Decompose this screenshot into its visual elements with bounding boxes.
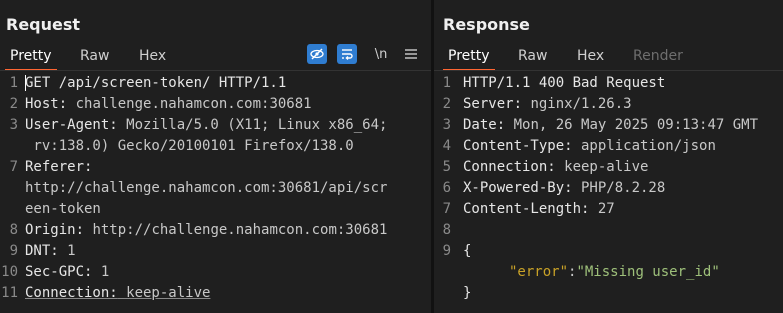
response-line: 8 [442,222,451,238]
response-tab-raw[interactable]: Raw [513,44,552,68]
request-title: Request [6,15,81,34]
request-line: 9 DNT: 1 [9,243,76,259]
response-title: Response [443,15,530,34]
request-tab-raw[interactable]: Raw [75,44,114,68]
request-pane: Request Pretty Raw Hex \n 1 GET /api/scre… [0,0,431,313]
request-tabs: Pretty Raw Hex [0,44,431,71]
wrap-lines-icon[interactable] [337,44,357,64]
request-line-wrap: http://challenge.nahamcon.com:30681/api/… [25,180,388,196]
request-line: 11 Connection: keep-alive [1,285,211,301]
response-editor[interactable]: 1 HTTP/1.1 400 Bad Request 2 Server: nginx… [434,72,783,313]
request-line: 7 Referer: [9,159,93,175]
request-line: 2 Host: challenge.nahamcon.com:30681 [9,96,312,112]
response-tab-render: Render [633,48,683,64]
request-line-wrap: rv:138.0) Gecko/20100101 Firefox/138.0 [25,138,354,154]
response-tab-pretty[interactable]: Pretty [443,44,495,71]
response-line: 4 Content-Type: application/json [442,138,716,154]
request-editor[interactable]: 1 GET /api/screen-token/ HTTP/1.1 2 Host: … [0,72,431,313]
response-line: 6 X-Powered-By: PHP/8.2.28 [442,180,666,196]
response-tabs-divider [434,70,783,71]
response-pane: Response Pretty Raw Hex Render 1 HTTP/1.1… [434,0,783,313]
response-line: 9{ [442,243,472,259]
response-line: 7 Content-Length: 27 [442,201,615,217]
response-tab-hex[interactable]: Hex [572,44,609,68]
response-tabs: Pretty Raw Hex Render [434,44,783,71]
request-line-wrap: een-token [25,201,101,217]
request-line: 8 Origin: http://challenge.nahamcon.com:3… [9,222,388,238]
response-line: } [463,285,472,301]
response-json-line: "error":"Missing user_id" [509,264,720,280]
response-line: 1 HTTP/1.1 400 Bad Request [442,75,666,91]
request-line: 10 Sec-GPC: 1 [1,264,110,280]
newline-toggle-button[interactable]: \n [371,44,391,64]
json-value: "Missing user_id" [576,264,720,280]
hamburger-menu-icon[interactable] [401,44,421,64]
request-tab-pretty[interactable]: Pretty [5,44,57,71]
response-line: 2 Server: nginx/1.26.3 [442,96,632,112]
request-tabs-divider [0,70,431,71]
response-line: 5 Connection: keep-alive [442,159,649,175]
request-line: 3 User-Agent: Mozilla/5.0 (X11; Linux x86… [9,117,388,133]
response-line: 3 Date: Mon, 26 May 2025 09:13:47 GMT [442,117,759,133]
request-tab-hex[interactable]: Hex [134,44,171,68]
request-line: 1 GET /api/screen-token/ HTTP/1.1 [9,75,287,91]
json-key: "error" [509,264,569,280]
eye-off-icon[interactable] [307,44,327,64]
